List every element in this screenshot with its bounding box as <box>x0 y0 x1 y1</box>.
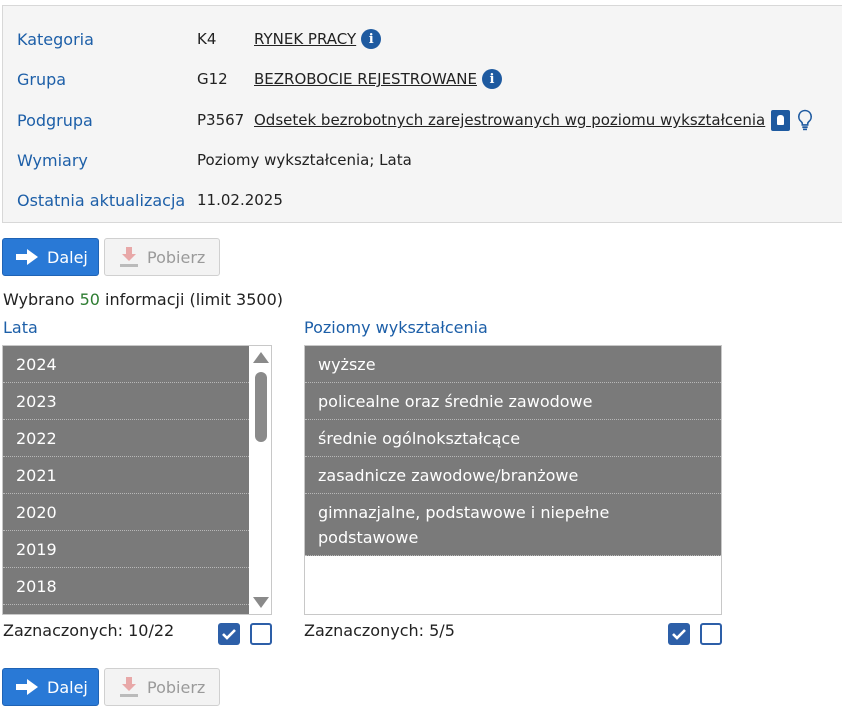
group-label: Grupa <box>17 69 67 89</box>
info-row-subgroup: Podgrupa P3567 Odsetek bezrobotnych zare… <box>17 108 814 132</box>
selection-count: 50 <box>79 290 100 309</box>
years-title: Lata <box>3 318 38 337</box>
category-label: Kategoria <box>17 29 94 49</box>
next-button[interactable]: Dalej <box>2 668 99 706</box>
list-item[interactable]: wyższe <box>305 346 721 383</box>
years-counter: Zaznaczonych: 10/22 <box>3 621 175 640</box>
category-link[interactable]: RYNEK PRACY <box>254 30 356 48</box>
download-icon <box>120 677 138 697</box>
info-panel: Kategoria K4 RYNEK PRACY i Grupa G12 BEZ… <box>2 5 842 223</box>
education-select-all-checkbox[interactable] <box>668 623 690 645</box>
check-icon <box>222 629 236 640</box>
scroll-down-icon[interactable] <box>253 597 269 608</box>
info-icon[interactable]: i <box>481 69 502 89</box>
info-icon[interactable]: i <box>361 29 382 49</box>
next-button-label: Dalej <box>47 247 88 267</box>
list-item[interactable]: średnie ogólnokształcące <box>305 420 721 457</box>
list-item[interactable]: 2023 <box>3 383 249 420</box>
list-item[interactable]: 2024 <box>3 346 249 383</box>
list-item[interactable]: zasadnicze zawodowe/branżowe <box>305 457 721 494</box>
scroll-thumb[interactable] <box>255 372 267 442</box>
selection-prefix: Wybrano <box>3 290 75 309</box>
years-list[interactable]: 2024 2023 2022 2021 2020 2019 2018 <box>2 345 272 615</box>
group-code: G12 <box>197 70 228 88</box>
years-deselect-all-checkbox[interactable] <box>250 623 272 645</box>
years-scrollbar[interactable] <box>249 346 271 614</box>
list-item[interactable]: 2018 <box>3 568 249 605</box>
subgroup-link[interactable]: Odsetek bezrobotnych zarejestrowanych wg… <box>254 111 765 129</box>
arrow-right-icon <box>16 249 38 265</box>
subgroup-label: Podgrupa <box>17 110 93 130</box>
arrow-right-icon <box>16 679 38 695</box>
scroll-up-icon[interactable] <box>253 352 269 363</box>
years-select-all-checkbox[interactable] <box>218 623 240 645</box>
education-deselect-all-checkbox[interactable] <box>700 623 722 645</box>
download-button[interactable]: Pobierz <box>104 668 220 706</box>
updated-label: Ostatnia aktualizacja <box>17 190 186 210</box>
category-code: K4 <box>197 30 217 48</box>
subgroup-code: P3567 <box>197 111 245 129</box>
list-item[interactable]: policealne oraz średnie zawodowe <box>305 383 721 420</box>
education-list[interactable]: wyższe policealne oraz średnie zawodowe … <box>304 345 722 615</box>
list-item[interactable]: gimnazjalne, podstawowe i niepełne podst… <box>305 494 721 556</box>
updated-value: 11.02.2025 <box>197 191 283 209</box>
list-item[interactable]: 2022 <box>3 420 249 457</box>
next-button-label: Dalej <box>47 677 88 697</box>
download-icon <box>120 247 138 267</box>
list-item[interactable]: 2020 <box>3 494 249 531</box>
download-button[interactable]: Pobierz <box>104 238 220 276</box>
group-link[interactable]: BEZROBOCIE REJESTROWANE <box>254 70 477 88</box>
lightbulb-icon[interactable] <box>796 109 814 131</box>
check-icon <box>672 629 686 640</box>
info-row-updated: Ostatnia aktualizacja 11.02.2025 <box>17 188 283 212</box>
list-item[interactable]: 2019 <box>3 531 249 568</box>
book-icon[interactable] <box>771 109 791 131</box>
dimensions-label: Wymiary <box>17 150 88 170</box>
education-counter: Zaznaczonych: 5/5 <box>304 621 455 640</box>
selection-suffix: informacji (limit 3500) <box>105 290 283 309</box>
selection-summary: Wybrano 50 informacji (limit 3500) <box>3 290 283 309</box>
next-button[interactable]: Dalej <box>2 238 99 276</box>
list-item[interactable]: 2021 <box>3 457 249 494</box>
education-title: Poziomy wykształcenia <box>304 318 488 337</box>
info-row-category: Kategoria K4 RYNEK PRACY i <box>17 27 382 51</box>
list-item[interactable] <box>3 605 249 614</box>
dimensions-value: Poziomy wykształcenia; Lata <box>197 151 412 169</box>
info-row-group: Grupa G12 BEZROBOCIE REJESTROWANE i <box>17 67 502 91</box>
download-button-label: Pobierz <box>147 247 206 267</box>
download-button-label: Pobierz <box>147 677 206 697</box>
info-row-dimensions: Wymiary Poziomy wykształcenia; Lata <box>17 148 412 172</box>
